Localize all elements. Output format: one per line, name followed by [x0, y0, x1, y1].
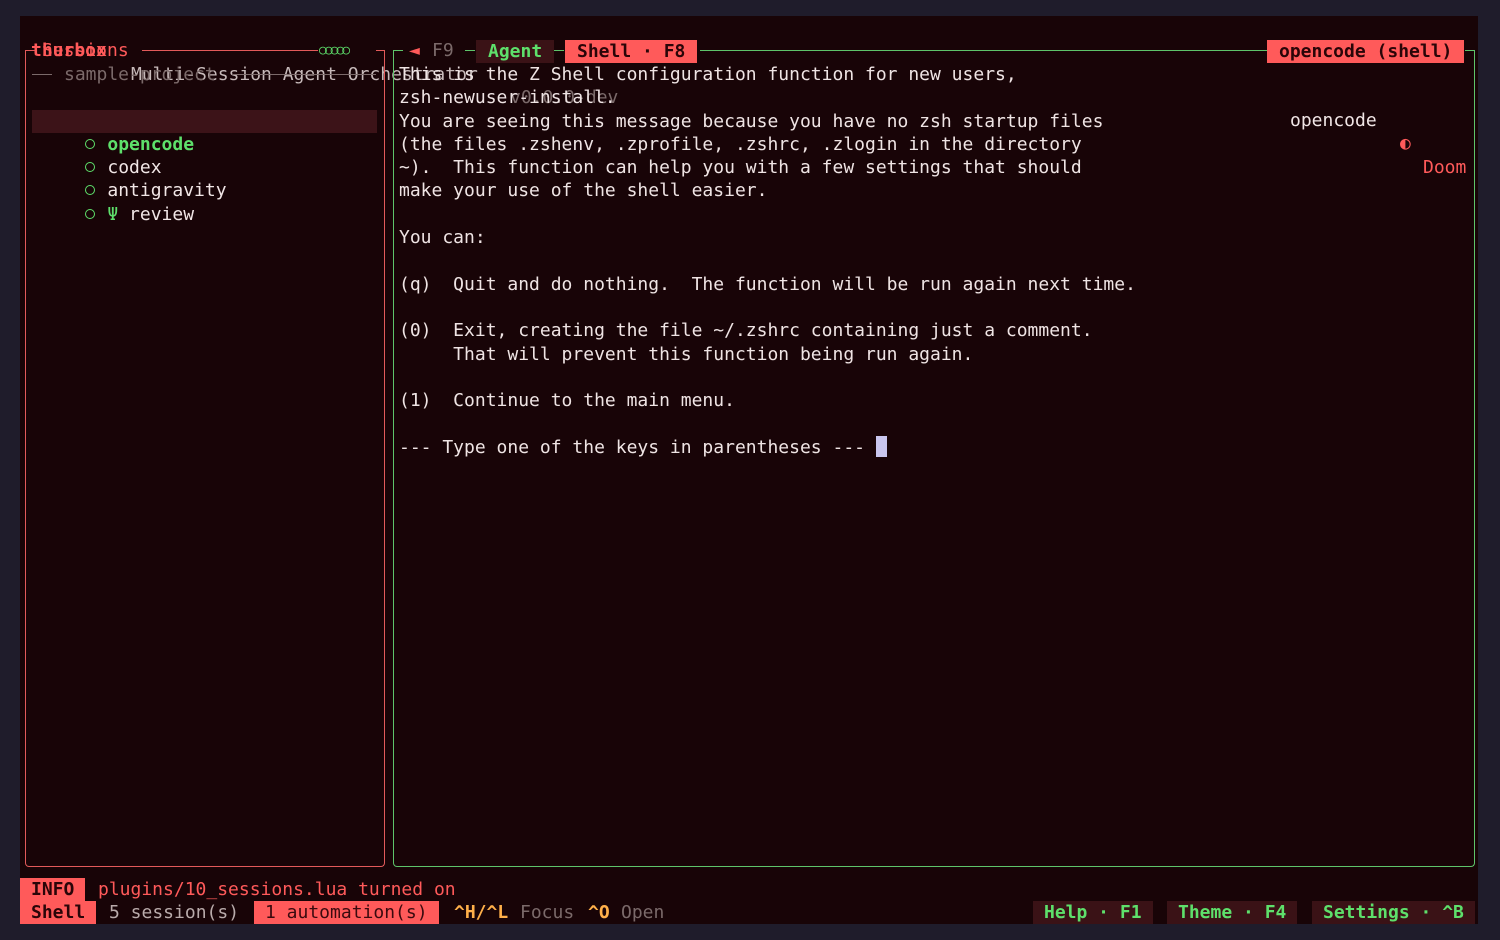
- pane-title: opencode (shell): [1267, 40, 1465, 63]
- terminal-window: thurbox Multi-Session Agent Orchestrator…: [20, 16, 1478, 924]
- terminal-border-right: [1465, 50, 1474, 51]
- project-name[interactable]: sample-project: [64, 63, 216, 86]
- focus-label: Focus: [520, 902, 575, 923]
- mode-badge: Shell: [20, 901, 97, 924]
- terminal-cursor: [875, 435, 887, 457]
- prev-tab-key: F9: [432, 40, 454, 61]
- terminal-line: You can:: [399, 227, 486, 249]
- theme-button[interactable]: Theme · F4: [1167, 901, 1298, 924]
- terminal-line: (q) Quit and do nothing. The function wi…: [399, 273, 1136, 295]
- terminal-line: ~). This function can help you with a fe…: [399, 157, 1082, 179]
- session-item-codex[interactable]: codex: [32, 133, 377, 178]
- session-item-antigravity[interactable]: antigravity: [32, 156, 377, 201]
- sessions-indicator: ○○○○○: [319, 43, 350, 58]
- session-status-icon: [85, 208, 96, 219]
- terminal-border-seg2: [554, 50, 564, 51]
- terminal-prompt-line: --- Type one of the keys in parentheses …: [399, 435, 1459, 459]
- terminal-line: That will prevent this function being ru…: [399, 343, 974, 365]
- sessions-title: Sessions: [42, 40, 129, 61]
- header-bar: thurbox Multi-Session Agent Orchestrator…: [20, 16, 1478, 177]
- terminal-line: --- Type one of the keys in parentheses …: [399, 436, 876, 458]
- session-item-opencode[interactable]: opencode: [32, 109, 377, 155]
- terminal-line: make your use of the shell easier.: [399, 180, 768, 202]
- terminal-output[interactable]: This is the Z Shell configuration functi…: [399, 63, 1459, 459]
- prev-tab-arrow-icon[interactable]: ◄: [409, 39, 420, 62]
- automation-count[interactable]: 1 automation(s): [254, 901, 439, 924]
- focus-shortcut: ^H/^L: [454, 902, 509, 923]
- session-item-review[interactable]: Ψ review: [32, 180, 377, 225]
- info-message: plugins/10_sessions.lua turned on: [98, 879, 456, 900]
- terminal-border-seg: [465, 50, 475, 51]
- terminal-border-left: [393, 50, 403, 51]
- open-shortcut: ^O: [588, 902, 610, 923]
- session-item-claude[interactable]: claude: [32, 86, 377, 132]
- terminal-line: You are seeing this message because you …: [399, 110, 1104, 132]
- terminal-line: zsh-newuser-install.: [399, 87, 616, 109]
- session-count: 5 session(s): [109, 902, 240, 923]
- project-rule-left: [32, 74, 52, 75]
- sessions-border-right: [376, 50, 384, 51]
- sessions-border-mid: [142, 50, 318, 51]
- project-rule-right: [232, 74, 376, 75]
- terminal-line: (0) Exit, creating the file ~/.zshrc con…: [399, 320, 1093, 342]
- sessions-border-left: [25, 50, 35, 51]
- branch-icon: Ψ: [107, 203, 119, 225]
- terminal-line: (1) Continue to the main menu.: [399, 390, 735, 412]
- help-button[interactable]: Help · F1: [1033, 901, 1153, 924]
- tab-agent[interactable]: Agent: [476, 40, 555, 63]
- tab-shell[interactable]: Shell · F8: [565, 40, 698, 63]
- settings-button[interactable]: Settings · ^B: [1312, 901, 1475, 924]
- info-badge: INFO: [20, 878, 86, 901]
- session-label: review: [129, 203, 195, 225]
- terminal-line: This is the Z Shell configuration functi…: [399, 64, 1017, 85]
- open-label: Open: [621, 902, 665, 923]
- terminal-line: (the files .zshenv, .zprofile, .zshrc, .…: [399, 133, 1082, 155]
- terminal-border-mid: [700, 50, 1267, 51]
